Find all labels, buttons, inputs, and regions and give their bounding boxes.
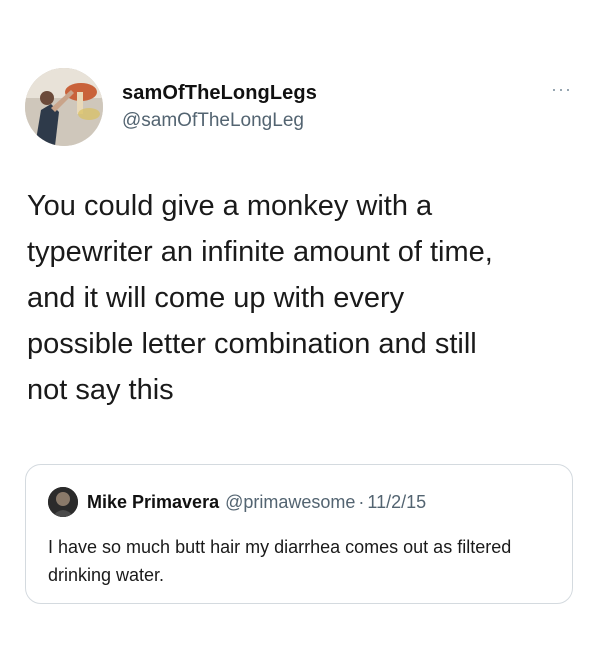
quoted-avatar-image xyxy=(48,487,78,517)
quoted-date[interactable]: 11/2/15 xyxy=(367,492,426,513)
tweet-card: samOfTheLongLegs @samOfTheLongLeg ··· Yo… xyxy=(0,0,600,668)
quoted-tweet-text: I have so much butt hair my diarrhea com… xyxy=(48,537,512,585)
avatar[interactable] xyxy=(25,68,103,146)
user-handle[interactable]: @samOfTheLongLeg xyxy=(122,110,317,132)
quoted-tweet-header: Mike Primavera @primawesome · 11/2/15 xyxy=(48,487,426,517)
more-dots-icon[interactable]: ··· xyxy=(551,80,572,98)
quoted-user-handle[interactable]: @primawesome xyxy=(225,492,355,513)
tweet-text: You could give a monkey with a typewrite… xyxy=(27,190,493,406)
quoted-avatar[interactable] xyxy=(48,487,78,517)
separator-dot: · xyxy=(358,491,365,512)
quoted-tweet[interactable]: Mike Primavera @primawesome · 11/2/15 I … xyxy=(25,464,573,604)
display-name[interactable]: samOfTheLongLegs xyxy=(122,82,317,105)
avatar-image xyxy=(25,68,103,146)
tweet-header: samOfTheLongLegs @samOfTheLongLeg xyxy=(122,82,317,132)
quoted-display-name[interactable]: Mike Primavera xyxy=(87,492,219,513)
